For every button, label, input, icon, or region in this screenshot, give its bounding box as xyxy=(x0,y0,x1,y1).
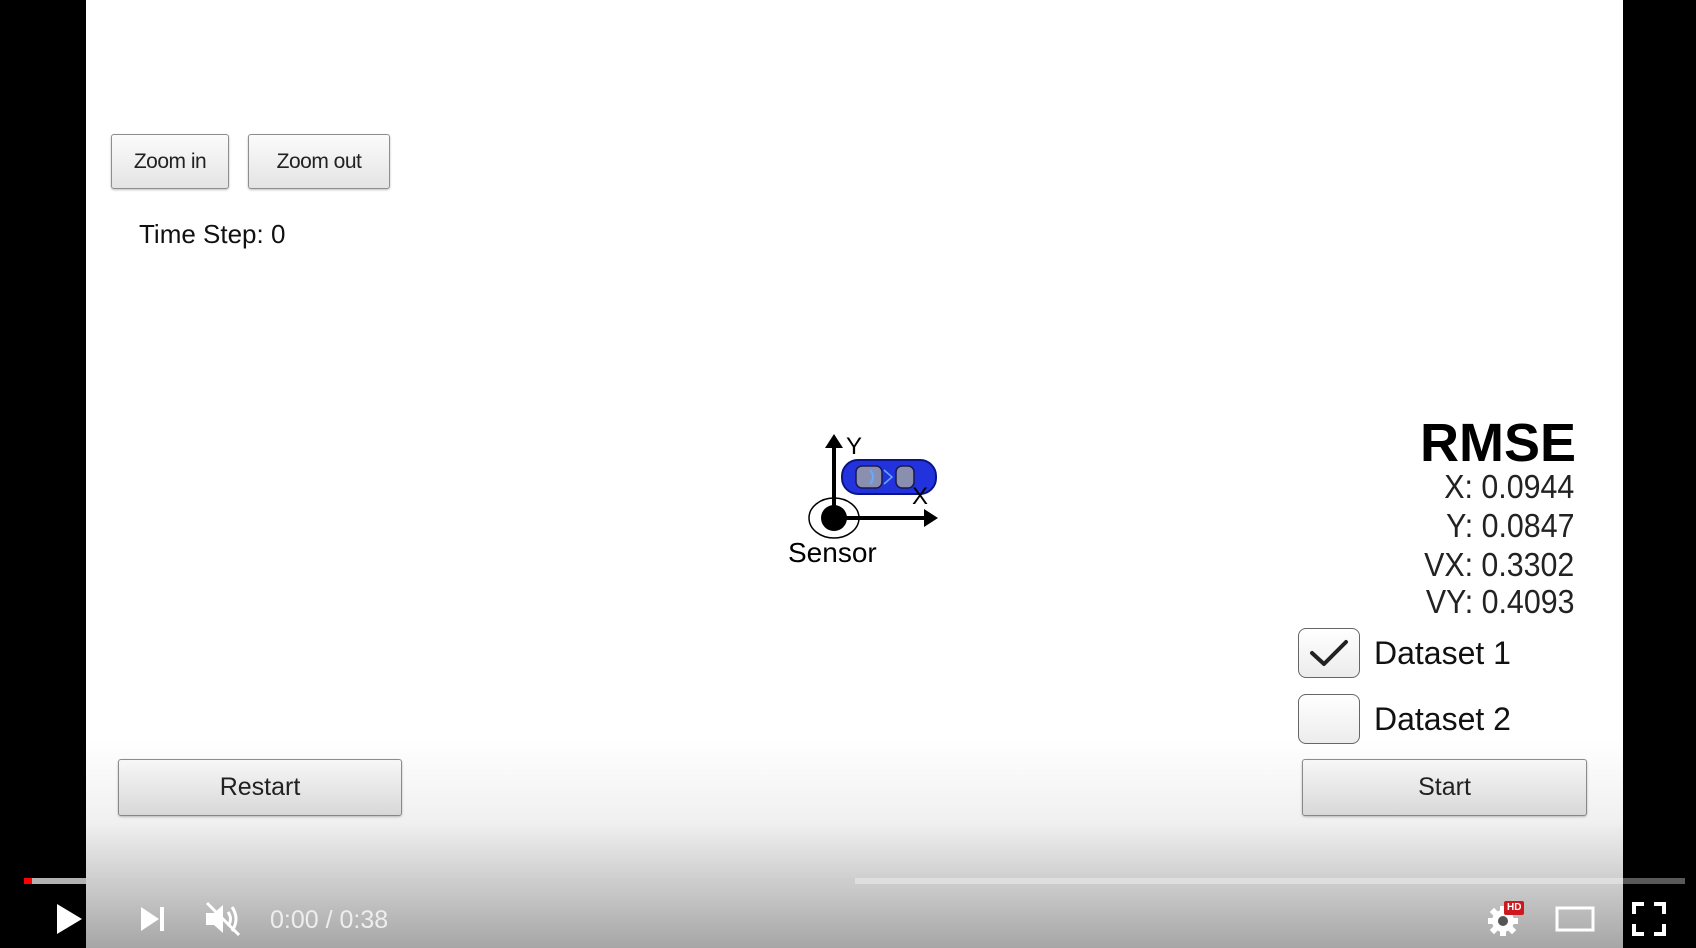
progress-bar[interactable] xyxy=(24,878,1685,884)
dataset-1-option[interactable]: Dataset 1 xyxy=(1298,628,1511,678)
dataset-2-option[interactable]: Dataset 2 xyxy=(1298,694,1511,744)
play-button[interactable] xyxy=(48,890,90,948)
theater-mode-button[interactable] xyxy=(1552,890,1598,948)
dataset-2-checkbox[interactable] xyxy=(1298,694,1360,744)
theater-mode-icon xyxy=(1555,906,1595,932)
start-button[interactable]: Start xyxy=(1302,759,1587,816)
progress-played xyxy=(24,878,33,884)
video-frame: Zoom in Zoom out Time Step: 0 Y X Sensor… xyxy=(86,0,1623,948)
zoom-in-button[interactable]: Zoom in xyxy=(111,134,229,189)
volume-muted-icon xyxy=(205,901,241,937)
mute-button[interactable] xyxy=(200,890,246,948)
hd-badge: HD xyxy=(1504,901,1525,915)
current-time: 0:00 xyxy=(270,906,319,934)
settings-button[interactable]: HD xyxy=(1482,890,1528,948)
time-step-label: Time Step: xyxy=(139,219,264,249)
fullscreen-button[interactable] xyxy=(1626,890,1672,948)
dataset-1-checkbox[interactable] xyxy=(1298,628,1360,678)
checkmark-icon xyxy=(1310,640,1348,666)
duration: 0:38 xyxy=(339,906,389,934)
play-icon xyxy=(57,904,82,934)
rmse-title: RMSE xyxy=(1419,413,1576,473)
time-step-display: Time Step: 0 xyxy=(139,219,285,250)
rmse-y-value: Y: 0.0847 xyxy=(1445,507,1574,544)
progress-loaded xyxy=(24,878,855,884)
rmse-vy-value: VY: 0.4093 xyxy=(1425,583,1574,620)
next-button[interactable] xyxy=(132,890,174,948)
zoom-out-button[interactable]: Zoom out xyxy=(248,134,390,189)
sensor-label: Sensor xyxy=(788,537,877,568)
dataset-1-label: Dataset 1 xyxy=(1374,634,1511,671)
rmse-vx-value: VX: 0.3302 xyxy=(1423,546,1574,583)
restart-button[interactable]: Restart xyxy=(118,759,402,816)
time-display: 0:00 / 0:38 xyxy=(270,906,388,935)
dataset-2-label: Dataset 2 xyxy=(1374,700,1511,737)
axis-x-label: X xyxy=(912,483,928,510)
next-icon xyxy=(141,907,164,931)
video-player[interactable]: Zoom in Zoom out Time Step: 0 Y X Sensor… xyxy=(0,0,1696,948)
fullscreen-icon xyxy=(1632,902,1666,936)
axis-y-label: Y xyxy=(846,433,862,460)
simulation-scene: Y X Sensor xyxy=(788,433,938,568)
player-controls: 0:00 / 0:38 HD xyxy=(0,890,1696,948)
rmse-x-value: X: 0.0944 xyxy=(1444,468,1574,505)
time-separator: / xyxy=(318,906,340,934)
time-step-value: 0 xyxy=(270,219,286,249)
